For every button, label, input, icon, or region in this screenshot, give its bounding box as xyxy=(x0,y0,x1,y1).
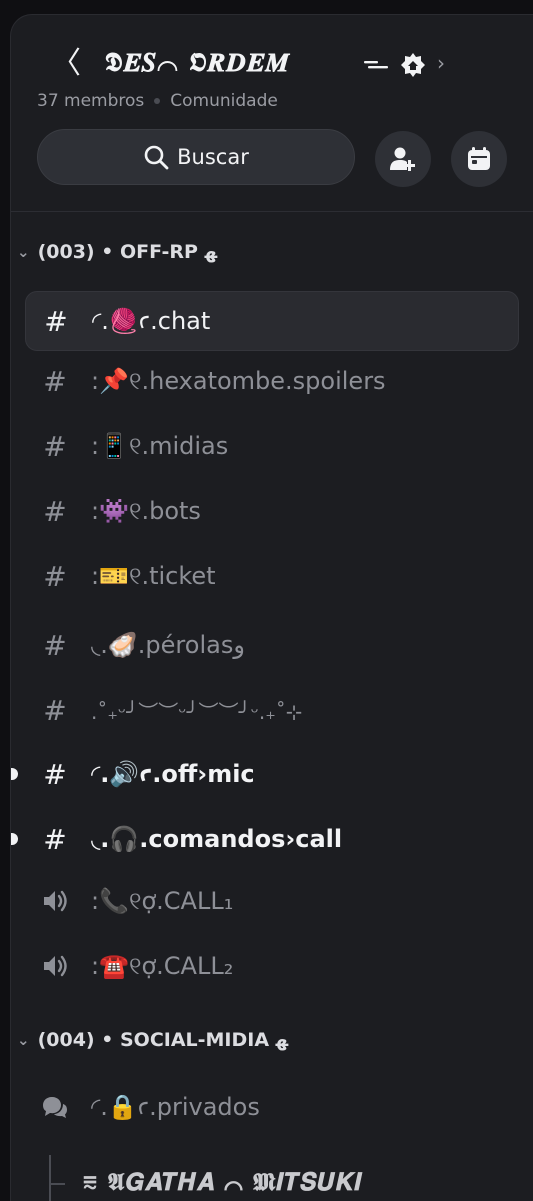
unread-indicator xyxy=(11,768,18,780)
chevron-right-icon[interactable]: › xyxy=(437,51,445,75)
text-channel-icon: # xyxy=(44,304,68,338)
channel-midias[interactable]: # :📱୧.midias xyxy=(25,416,519,476)
thread-connector xyxy=(49,1155,51,1201)
channel-hexatombe-spoilers[interactable]: # :📌୧.hexatombe.spoilers xyxy=(25,351,519,411)
category-label: (003) • OFF-RP ﻬ xyxy=(37,241,218,263)
channel-name: ◜.🔊ꜥ.off›mic xyxy=(91,760,255,788)
text-channel-icon: # xyxy=(43,429,67,463)
events-button[interactable] xyxy=(451,131,507,187)
forum-channel-privados[interactable]: ◜.🔒ꜥ.privados xyxy=(25,1077,519,1137)
server-header: 〈 𝕯𝑬𝑺⌒ 𝕺𝑹𝑫𝑬𝑴 › 37 membros Comunidade Busc… xyxy=(11,15,533,213)
calendar-icon xyxy=(468,147,490,170)
search-icon xyxy=(144,145,169,170)
category-label: (004) • SOCIAL-MIDIA ﻬ xyxy=(37,1029,289,1051)
voice-channel-call-2[interactable]: :☎️୧ợ.CALL₂ xyxy=(25,936,519,996)
search-label: Buscar xyxy=(177,145,249,169)
channel-name: ◜.🔒ꜥ.privados xyxy=(91,1093,260,1121)
chevron-down-icon: ⌄ xyxy=(17,243,30,261)
channel-name: :📌୧.hexatombe.spoilers xyxy=(91,367,386,395)
channel-name: :🎫୧.ticket xyxy=(91,562,216,590)
thread-item[interactable]: ⩳ 𝕬𝑮𝑨𝑻𝑯𝑨 ⌒ 𝕸𝑰𝑻𝑺𝑼𝑲𝑰 xyxy=(83,1167,363,1196)
channel-name: ◟.🦪.pérolasﻭ xyxy=(91,631,245,659)
channel-bots[interactable]: # :👾୧.bots xyxy=(25,481,519,541)
invite-member-button[interactable] xyxy=(375,131,431,187)
unread-indicator xyxy=(11,833,18,845)
channel-name: ◜.🧶ꜥ.chat xyxy=(92,307,211,335)
speaker-icon xyxy=(37,888,73,914)
speaker-icon xyxy=(37,953,73,979)
community-label: Comunidade xyxy=(170,91,278,111)
search-button[interactable]: Buscar xyxy=(37,129,355,185)
channel-name: :☎️୧ợ.CALL₂ xyxy=(91,952,234,980)
server-name[interactable]: 𝕯𝑬𝑺⌒ 𝕺𝑹𝑫𝑬𝑴 xyxy=(105,48,289,79)
channel-perolas[interactable]: # ◟.🦪.pérolasﻭ xyxy=(25,615,519,675)
server-meta: 37 membros Comunidade xyxy=(37,91,278,111)
text-channel-icon: # xyxy=(43,822,67,856)
category-social-midia[interactable]: ⌄ (004) • SOCIAL-MIDIA ﻬ xyxy=(11,1029,288,1051)
add-user-icon xyxy=(390,147,415,171)
channel-name: :📱୧.midias xyxy=(91,432,229,460)
channel-name: :📞୧ợ.CALL₁ xyxy=(91,887,234,915)
text-channel-icon: # xyxy=(43,559,67,593)
server-guide-icon xyxy=(401,53,425,77)
channel-comandos-call[interactable]: # ◟.🎧.comandos›call xyxy=(11,809,519,869)
channel-name: ◟.🎧.comandos›call xyxy=(91,825,343,853)
voice-channel-call-1[interactable]: :📞୧ợ.CALL₁ xyxy=(25,871,519,931)
channel-name: .˚₊ᵕ╯︶︶ᵕ╯︶︶╯ᵕ.₊˚⊹ xyxy=(91,699,303,724)
text-channel-icon: # xyxy=(43,628,67,662)
forum-icon xyxy=(37,1094,73,1120)
channel-list-panel: 〈 𝕯𝑬𝑺⌒ 𝕺𝑹𝑫𝑬𝑴 › 37 membros Comunidade Busc… xyxy=(10,14,533,1201)
text-channel-icon: # xyxy=(43,364,67,398)
chevron-down-icon: ⌄ xyxy=(17,1031,30,1049)
separator-dot xyxy=(154,98,161,104)
channel-ticket[interactable]: # :🎫୧.ticket xyxy=(25,546,519,606)
category-off-rp[interactable]: ⌄ (003) • OFF-RP ﻬ xyxy=(11,241,217,263)
channel-chat[interactable]: # ◜.🧶ꜥ.chat xyxy=(25,291,519,351)
member-count: 37 membros xyxy=(37,91,145,111)
channel-divider-decor[interactable]: # .˚₊ᵕ╯︶︶ᵕ╯︶︶╯ᵕ.₊˚⊹ xyxy=(25,680,519,740)
thread-connector-hook xyxy=(49,1183,65,1185)
back-button[interactable]: 〈 xyxy=(51,45,81,83)
text-channel-icon: # xyxy=(43,693,67,727)
server-boost-icon xyxy=(364,61,388,69)
text-channel-icon: # xyxy=(43,494,67,528)
text-channel-icon: # xyxy=(43,757,67,791)
header-divider xyxy=(11,211,533,212)
channel-name: :👾୧.bots xyxy=(91,497,201,525)
channel-off-mic[interactable]: # ◜.🔊ꜥ.off›mic xyxy=(11,744,519,804)
